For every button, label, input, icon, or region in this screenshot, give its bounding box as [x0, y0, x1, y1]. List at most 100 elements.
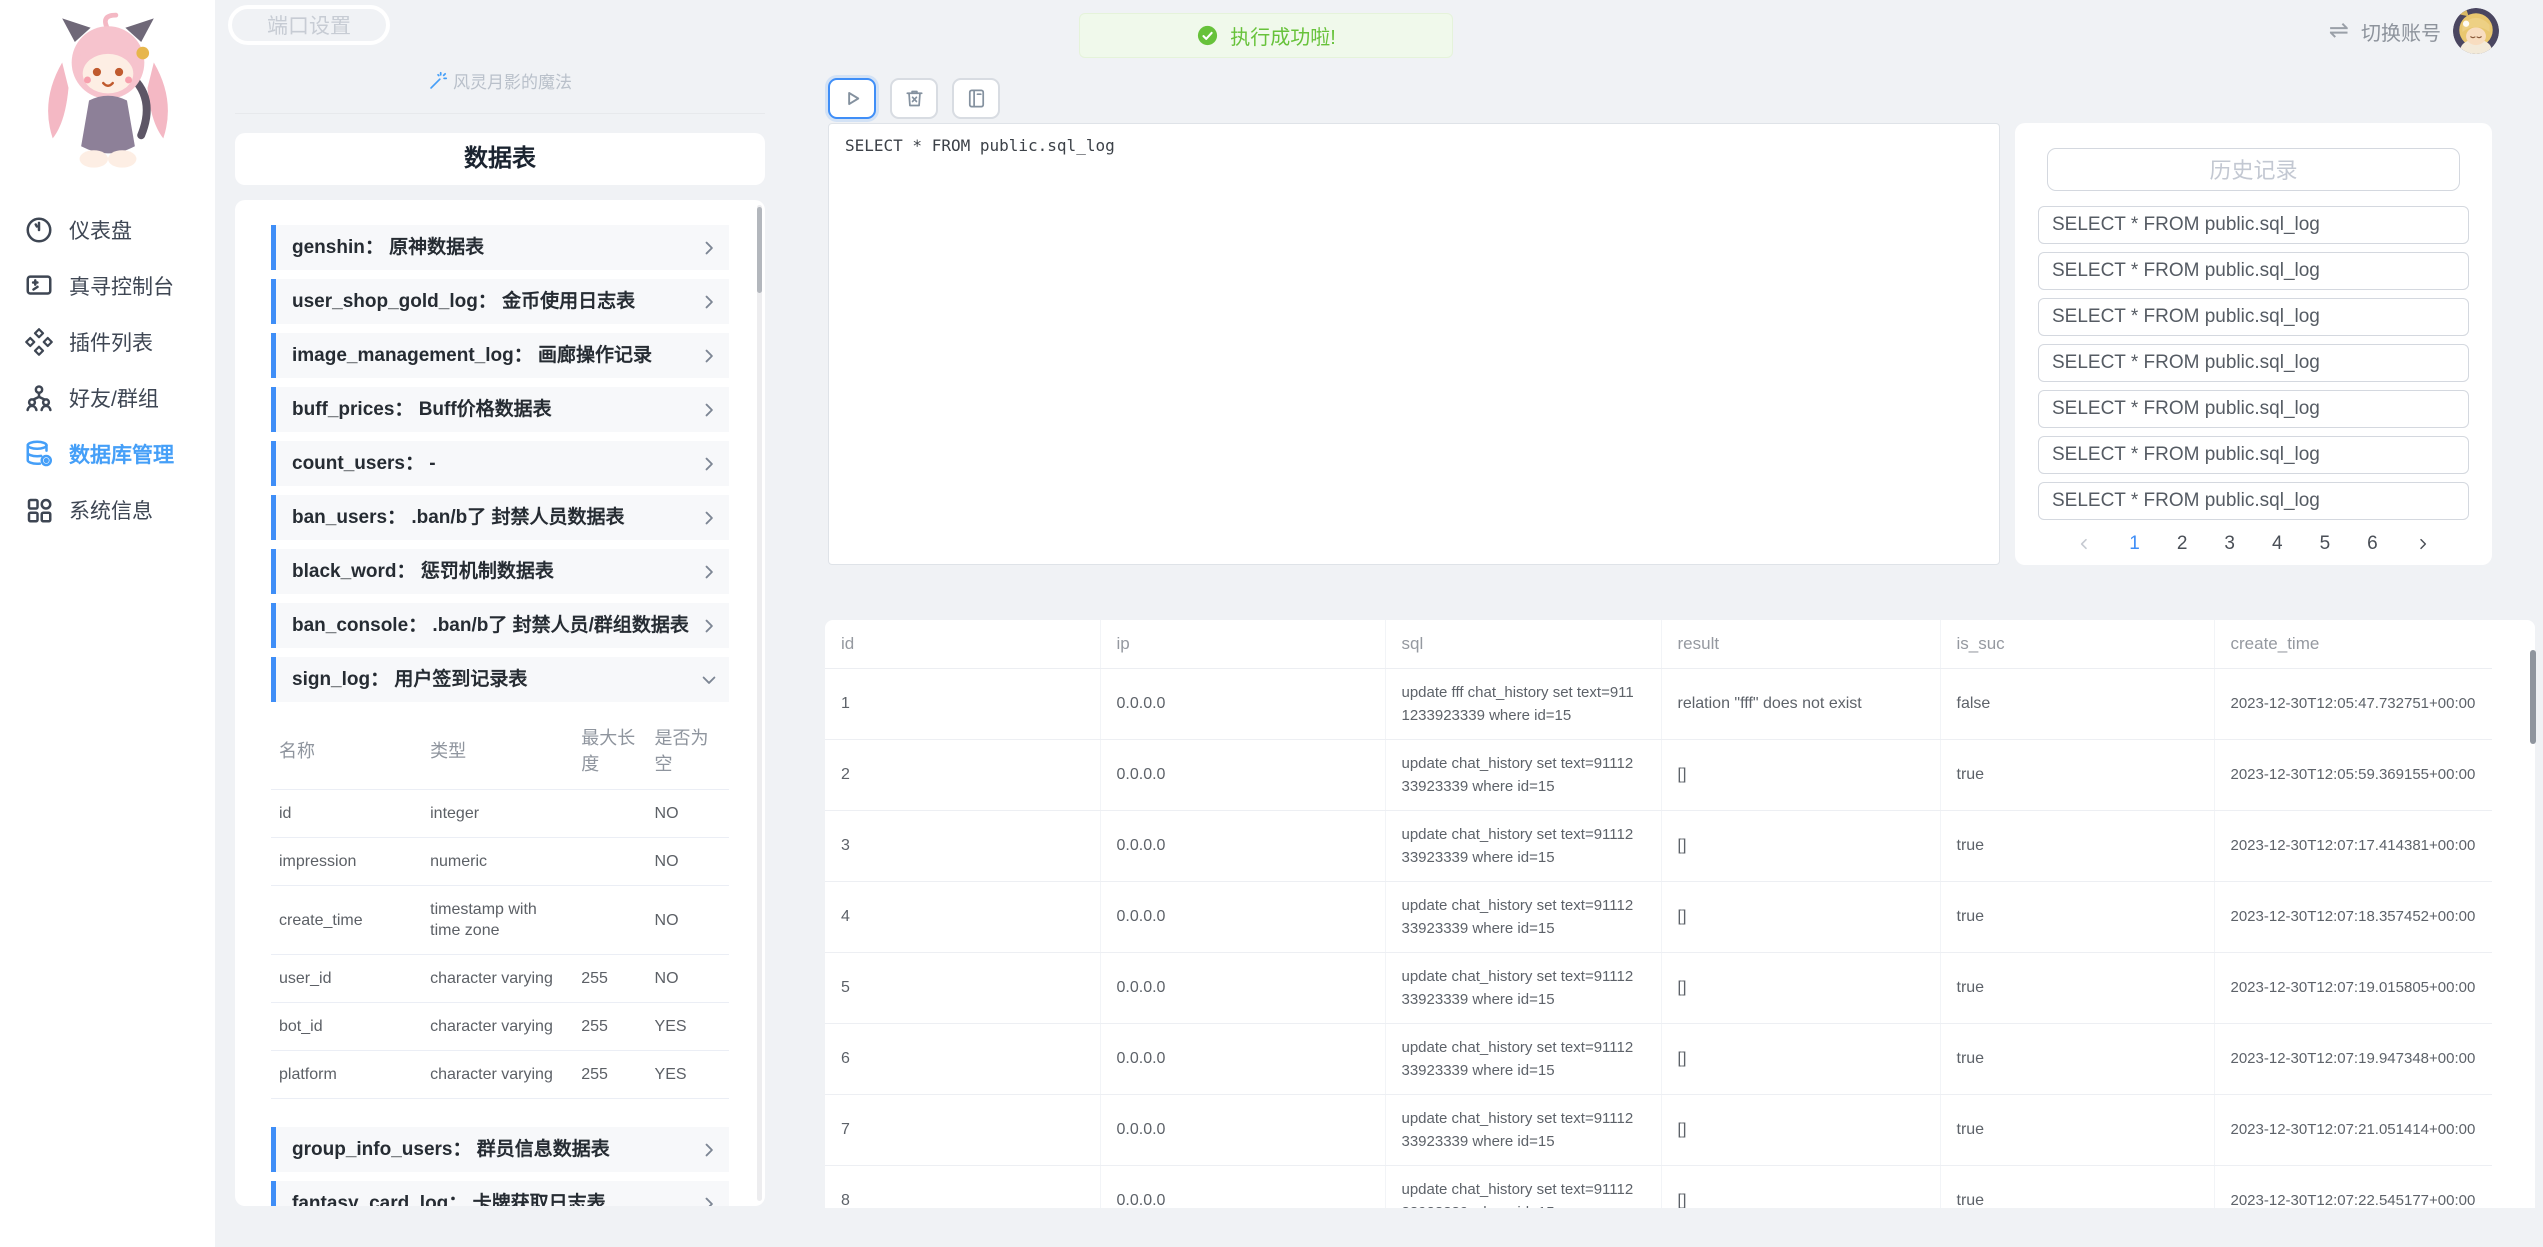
history-entry[interactable]: SELECT * FROM public.sql_log: [2038, 482, 2469, 520]
schema-row: bot_idcharacter varying255YES: [271, 1003, 729, 1051]
results-cell: 0.0.0.0: [1100, 668, 1385, 739]
table-list-item[interactable]: user_shop_gold_log： 金币使用日志表: [271, 279, 729, 324]
user-avatar[interactable]: [2453, 8, 2499, 54]
sidebar-item-system[interactable]: 系统信息: [0, 482, 215, 538]
results-cell: true: [1940, 952, 2214, 1023]
results-cell: 0.0.0.0: [1100, 1094, 1385, 1165]
results-cell: 5: [825, 952, 1100, 1023]
sidebar-item-plugins[interactable]: 插件列表: [0, 314, 215, 370]
results-cell: update chat_history set text=91112339233…: [1385, 1023, 1661, 1094]
plugins-icon: [24, 327, 54, 357]
results-cell: 0.0.0.0: [1100, 952, 1385, 1023]
results-cell: 1: [825, 668, 1100, 739]
results-row: 40.0.0.0update chat_history set text=911…: [825, 881, 2492, 952]
results-scrollbar-thumb[interactable]: [2530, 650, 2536, 744]
table-list-item[interactable]: ban_console： .ban/b了 封禁人员/群组数据表: [271, 603, 729, 648]
pagination-page[interactable]: 3: [2224, 533, 2235, 555]
history-entry[interactable]: SELECT * FROM public.sql_log: [2038, 298, 2469, 336]
chevron-right-icon: [699, 346, 719, 366]
database-management-page: 仪表盘真寻控制台插件列表好友/群组数据库管理系统信息 端口设置 执行成功啦! ⇌…: [0, 0, 2543, 1247]
history-entry[interactable]: SELECT * FROM public.sql_log: [2038, 252, 2469, 290]
gauge-icon: [24, 215, 54, 245]
schema-row: impressionnumericNO: [271, 838, 729, 886]
friends-icon: [24, 383, 54, 413]
table-name-label: ban_users： .ban/b了 封禁人员数据表: [292, 507, 625, 528]
results-row: 20.0.0.0update chat_history set text=911…: [825, 739, 2492, 810]
schema-cell: 255: [573, 1003, 646, 1051]
results-cell: []: [1661, 1165, 1940, 1208]
schema-cell: NO: [647, 838, 729, 886]
results-column-header: ip: [1100, 620, 1385, 668]
sidebar-item-label: 数据库管理: [69, 439, 174, 469]
results-cell: 7: [825, 1094, 1100, 1165]
results-column-header: sql: [1385, 620, 1661, 668]
trash-icon: [903, 87, 926, 110]
results-cell: 2: [825, 739, 1100, 810]
results-cell: 2023-12-30T12:05:59.369155+00:00: [2214, 739, 2492, 810]
table-list-item[interactable]: black_word： 惩罚机制数据表: [271, 549, 729, 594]
switch-account[interactable]: ⇌ 切换账号: [2329, 8, 2499, 54]
schema-cell: numeric: [422, 838, 573, 886]
table-list-item[interactable]: buff_prices： Buff价格数据表: [271, 387, 729, 432]
table-list-item[interactable]: count_users： -: [271, 441, 729, 486]
sidebar-item-console[interactable]: 真寻控制台: [0, 258, 215, 314]
history-entry[interactable]: SELECT * FROM public.sql_log: [2038, 206, 2469, 244]
results-cell: 2023-12-30T12:07:18.357452+00:00: [2214, 881, 2492, 952]
schema-cell: 255: [573, 955, 646, 1003]
chevron-right-icon: [699, 400, 719, 420]
pagination-next-icon[interactable]: [2415, 536, 2431, 552]
pagination-page[interactable]: 2: [2177, 533, 2188, 555]
results-cell: true: [1940, 1094, 2214, 1165]
results-cell: []: [1661, 1023, 1940, 1094]
sidebar: 仪表盘真寻控制台插件列表好友/群组数据库管理系统信息: [0, 0, 215, 1247]
schema-cell: create_time: [271, 886, 422, 955]
results-cell: 0.0.0.0: [1100, 810, 1385, 881]
schema-cell: timestamp with time zone: [422, 886, 573, 955]
results-column-header: id: [825, 620, 1100, 668]
schema-cell: character varying: [422, 955, 573, 1003]
schema-cell: NO: [647, 955, 729, 1003]
sidebar-item-friends[interactable]: 好友/群组: [0, 370, 215, 426]
schema-row: idintegerNO: [271, 790, 729, 838]
pagination-prev-icon[interactable]: [2076, 536, 2092, 552]
results-cell: 2023-12-30T12:05:47.732751+00:00: [2214, 668, 2492, 739]
sidebar-menu: 仪表盘真寻控制台插件列表好友/群组数据库管理系统信息: [0, 202, 215, 538]
history-entry[interactable]: SELECT * FROM public.sql_log: [2038, 390, 2469, 428]
chevron-right-icon: [699, 238, 719, 258]
magic-wand-icon: [428, 70, 449, 91]
results-cell: []: [1661, 1094, 1940, 1165]
sidebar-item-dashboard[interactable]: 仪表盘: [0, 202, 215, 258]
clear-button[interactable]: [890, 78, 938, 119]
port-settings-button[interactable]: 端口设置: [228, 5, 390, 45]
switch-account-label: 切换账号: [2361, 17, 2441, 46]
table-list-item[interactable]: fantasy_card_log： 卡牌获取日志表: [271, 1181, 729, 1206]
table-list-item[interactable]: image_management_log： 画廊操作记录: [271, 333, 729, 378]
copy-button[interactable]: [952, 78, 1000, 119]
chevron-right-icon: [699, 562, 719, 582]
sidebar-item-label: 系统信息: [69, 495, 153, 525]
schema-header-row: 名称类型最大长度是否为空: [271, 711, 729, 790]
system-icon: [24, 495, 54, 525]
pagination-page[interactable]: 5: [2320, 533, 2331, 555]
history-entry[interactable]: SELECT * FROM public.sql_log: [2038, 344, 2469, 382]
run-button[interactable]: [828, 78, 876, 119]
results-cell: true: [1940, 810, 2214, 881]
pagination-page[interactable]: 4: [2272, 533, 2283, 555]
table-list-item[interactable]: sign_log： 用户签到记录表: [271, 657, 729, 702]
table-name-label: buff_prices： Buff价格数据表: [292, 399, 552, 420]
sql-editor-input[interactable]: SELECT * FROM public.sql_log: [828, 123, 2000, 565]
schema-column-header: 名称: [271, 711, 422, 790]
table-name-label: image_management_log： 画廊操作记录: [292, 345, 652, 366]
table-list-item[interactable]: group_info_users： 群员信息数据表: [271, 1127, 729, 1172]
schema-cell: character varying: [422, 1051, 573, 1099]
table-list-item[interactable]: ban_users： .ban/b了 封禁人员数据表: [271, 495, 729, 540]
history-entry[interactable]: SELECT * FROM public.sql_log: [2038, 436, 2469, 474]
sidebar-item-label: 好友/群组: [69, 383, 159, 413]
success-toast: 执行成功啦!: [1079, 13, 1453, 58]
results-row: 10.0.0.0update fff chat_history set text…: [825, 668, 2492, 739]
sidebar-item-database[interactable]: 数据库管理: [0, 426, 215, 482]
pagination-page[interactable]: 1: [2129, 533, 2140, 555]
pagination-page[interactable]: 6: [2367, 533, 2378, 555]
list-scrollbar-thumb[interactable]: [757, 207, 762, 293]
table-list-item[interactable]: genshin： 原神数据表: [271, 225, 729, 270]
